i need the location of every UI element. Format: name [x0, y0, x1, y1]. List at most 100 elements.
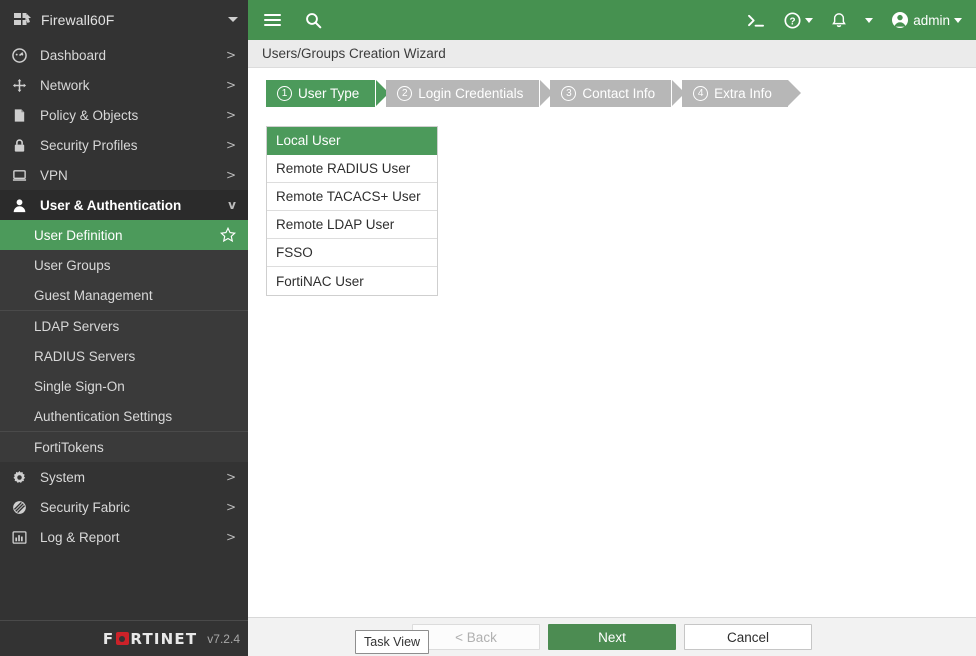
page-title: Users/Groups Creation Wizard	[262, 46, 446, 61]
sidebar-item-label: Network	[40, 77, 90, 93]
network-icon	[12, 78, 32, 93]
chevron-right-icon: >	[225, 138, 236, 152]
logo-text-part2: RTINET	[130, 629, 198, 648]
user-type-option-local-user[interactable]: Local User	[267, 127, 437, 155]
svg-text:?: ?	[790, 16, 796, 27]
sidebar-item-single-sign-on[interactable]: Single Sign-On	[0, 371, 248, 401]
extra-menu-chevron-down-icon[interactable]	[865, 17, 874, 23]
breadcrumb: Users/Groups Creation Wizard	[248, 40, 976, 68]
wizard-step-user-type[interactable]: 1 User Type	[266, 79, 394, 107]
chevron-right-icon: >	[225, 500, 236, 514]
user-type-option-remote-tacacs-user[interactable]: Remote TACACS+ User	[267, 183, 437, 211]
user-type-label: FSSO	[276, 245, 313, 260]
step-number: 4	[693, 86, 709, 101]
sidebar-subitem-label: LDAP Servers	[34, 318, 120, 334]
sidebar-item-authentication-settings[interactable]: Authentication Settings	[0, 401, 248, 431]
wizard-step-extra-info[interactable]: 4 Extra Info	[682, 79, 806, 107]
gear-icon	[12, 470, 32, 485]
sidebar-item-ldap-servers[interactable]: LDAP Servers	[0, 311, 248, 341]
wizard-step-login-credentials[interactable]: 2 Login Credentials	[386, 79, 557, 107]
sidebar-item-radius-servers[interactable]: RADIUS Servers	[0, 341, 248, 371]
chevron-right-icon: >	[225, 470, 236, 484]
step-label: User Type	[298, 86, 360, 101]
bell-icon[interactable]	[831, 12, 847, 29]
chevron-right-icon: >	[225, 48, 236, 62]
sidebar-item-user-authentication[interactable]: User & Authentication v	[0, 190, 248, 220]
step-number: 2	[397, 86, 413, 101]
main-area: ? admin Users/Groups Creation Wizard 1 U…	[248, 0, 976, 656]
sidebar-item-dashboard[interactable]: Dashboard >	[0, 40, 248, 70]
sidebar-item-network[interactable]: Network >	[0, 70, 248, 100]
sidebar-subitem-label: Single Sign-On	[34, 378, 125, 394]
cancel-button[interactable]: Cancel	[684, 624, 812, 650]
sidebar: Firewall60F Dashboard > Network > Policy…	[0, 0, 248, 656]
wizard-step-contact-info[interactable]: 3 Contact Info	[550, 79, 689, 107]
next-button[interactable]: Next	[548, 624, 676, 650]
sidebar-item-label: Policy & Objects	[40, 107, 139, 123]
chevron-down-icon[interactable]	[954, 17, 962, 23]
admin-label: admin	[913, 12, 950, 28]
sidebar-item-label: Security Fabric	[40, 499, 131, 515]
step-label: Contact Info	[582, 86, 656, 101]
sidebar-subitem-label: User Definition	[34, 227, 123, 243]
wizard-steps: 1 User Type 2 Login Credentials 3 Contac…	[248, 68, 976, 107]
user-type-label: FortiNAC User	[276, 273, 364, 289]
cli-console-icon[interactable]	[747, 13, 766, 28]
top-bar: ? admin	[248, 0, 976, 40]
chevron-down-icon[interactable]	[228, 17, 238, 22]
sidebar-item-policy-objects[interactable]: Policy & Objects >	[0, 100, 248, 130]
sidebar-item-label: Security Profiles	[40, 137, 138, 153]
chart-bar-icon	[12, 530, 32, 545]
lock-icon	[12, 138, 32, 153]
user-type-label: Remote RADIUS User	[276, 161, 411, 176]
help-icon[interactable]: ?	[784, 11, 814, 29]
user-type-option-remote-radius-user[interactable]: Remote RADIUS User	[267, 155, 437, 183]
user-type-option-fsso[interactable]: FSSO	[267, 239, 437, 267]
sidebar-item-vpn[interactable]: VPN >	[0, 160, 248, 190]
sidebar-subnav-user-authentication: User Definition User Groups Guest Manage…	[0, 220, 248, 462]
sidebar-item-guest-management[interactable]: Guest Management	[0, 280, 248, 310]
user-type-label: Remote LDAP User	[276, 217, 395, 232]
user-avatar-icon	[892, 12, 909, 28]
user-type-label: Local User	[276, 133, 341, 148]
logo-o-icon	[115, 632, 129, 645]
sidebar-item-user-groups[interactable]: User Groups	[0, 250, 248, 280]
policy-icon	[12, 108, 32, 123]
task-view-button[interactable]: Task View	[355, 630, 430, 654]
chevron-down-icon[interactable]	[805, 17, 814, 23]
hamburger-icon[interactable]	[264, 13, 281, 27]
user-icon	[12, 198, 32, 213]
search-icon[interactable]	[305, 12, 322, 29]
dashboard-icon	[12, 47, 32, 63]
user-type-option-remote-ldap-user[interactable]: Remote LDAP User	[267, 211, 437, 239]
sidebar-subitem-label: Guest Management	[34, 287, 153, 303]
device-name: Firewall60F	[41, 11, 115, 28]
logo-text-part1: F	[102, 629, 115, 648]
step-number: 1	[277, 86, 292, 101]
back-button[interactable]: < Back	[412, 624, 540, 650]
sidebar-nav: Dashboard > Network > Policy & Objects >	[0, 40, 248, 620]
admin-menu[interactable]: admin	[891, 11, 962, 29]
user-type-label: Remote TACACS+ User	[276, 189, 421, 204]
fortigate-admin-ui: Firewall60F Dashboard > Network > Policy…	[0, 0, 976, 656]
sidebar-item-security-profiles[interactable]: Security Profiles >	[0, 130, 248, 160]
version-label: v7.2.4	[207, 631, 240, 646]
sidebar-item-fortitokens[interactable]: FortiTokens	[0, 432, 248, 462]
sidebar-subitem-label: FortiTokens	[34, 439, 104, 455]
user-type-list: Local User Remote RADIUS User Remote TAC…	[266, 126, 438, 296]
sidebar-item-security-fabric[interactable]: Security Fabric >	[0, 492, 248, 522]
monitor-icon	[12, 168, 32, 183]
sidebar-item-system[interactable]: System >	[0, 462, 248, 492]
chevron-right-icon: >	[225, 108, 236, 122]
sidebar-item-user-definition[interactable]: User Definition	[0, 220, 248, 250]
security-fabric-icon	[12, 500, 32, 515]
fortinet-logo: F RTINET	[103, 630, 197, 648]
sidebar-item-log-report[interactable]: Log & Report >	[0, 522, 248, 552]
device-selector[interactable]: Firewall60F	[0, 0, 248, 40]
content-panel: 1 User Type 2 Login Credentials 3 Contac…	[248, 68, 976, 617]
wizard-footer: Task View < Back Next Cancel	[248, 617, 976, 656]
brand-footer: F RTINET v7.2.4	[0, 620, 248, 656]
sidebar-subitem-label: User Groups	[34, 257, 111, 273]
star-icon[interactable]	[219, 226, 237, 243]
user-type-option-fortinac-user[interactable]: FortiNAC User	[267, 267, 437, 295]
